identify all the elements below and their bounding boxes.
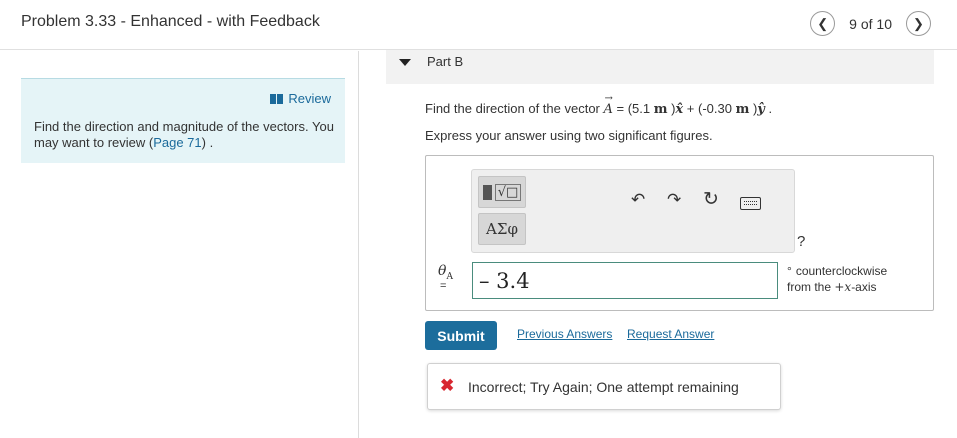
templates-button[interactable]: √□	[478, 176, 526, 208]
incorrect-icon: ✖	[440, 376, 455, 395]
variable-subscript: A	[446, 271, 453, 282]
units-suffix: -axis	[851, 280, 877, 294]
vector-symbol: A	[603, 102, 612, 117]
keyboard-icon[interactable]	[740, 197, 761, 210]
question-text: Find the direction of the vector A = (5.…	[425, 101, 772, 117]
question-plus: + (-0.30	[683, 101, 736, 116]
unit-meter: m	[653, 102, 668, 117]
radical-icon: √□	[494, 183, 522, 201]
chevron-left-icon: ❮	[817, 15, 829, 31]
feedback-message: Incorrect; Try Again; One attempt remain…	[468, 379, 739, 395]
units-line-1: counterclockwise	[795, 264, 888, 278]
answer-units: ° counterclockwise from the +x-axis	[787, 263, 887, 295]
question-prefix: Find the direction of the vector	[425, 101, 604, 116]
units-axis: +x	[834, 280, 852, 294]
instruction-text: Express your answer using two significan…	[425, 128, 713, 143]
y-unit-vector: ŷ	[757, 102, 765, 117]
chevron-right-icon: ❯	[913, 15, 924, 31]
problem-title: Problem 3.33 - Enhanced - with Feedback	[21, 13, 320, 30]
answer-variable: θA	[438, 263, 453, 282]
review-panel: Review Find the direction and magnitude …	[21, 78, 345, 163]
problem-navigation: ❮ 9 of 10 ❯	[810, 11, 931, 36]
redo-icon[interactable]: ↷	[667, 190, 681, 210]
review-link[interactable]: Review	[270, 91, 331, 106]
part-header[interactable]: Part B	[386, 50, 934, 84]
feedback-box: ✖ Incorrect; Try Again; One attempt rema…	[427, 363, 781, 410]
request-answer-link[interactable]: Request Answer	[627, 327, 714, 341]
review-link-label: Review	[288, 91, 331, 106]
degree-symbol: °	[787, 264, 792, 278]
units-line-2: from the	[787, 280, 835, 294]
caret-down-icon	[399, 59, 411, 66]
book-icon	[270, 93, 284, 104]
help-icon[interactable]: ?	[797, 233, 805, 250]
answer-panel: √□ ΑΣφ ↶ ↷ ↻ ? θA = – 3.4 ° counterclockw…	[425, 155, 934, 311]
review-text: Find the direction and magnitude of the …	[34, 119, 334, 151]
submit-button[interactable]: Submit	[425, 321, 497, 350]
math-toolbar: √□ ΑΣφ ↶ ↷ ↻ ?	[471, 169, 805, 253]
previous-answers-link[interactable]: Previous Answers	[517, 327, 612, 341]
part-label: Part B	[427, 54, 464, 69]
page-link[interactable]: Page 71	[153, 135, 201, 150]
reset-icon[interactable]: ↻	[703, 188, 719, 211]
equals-sign: =	[440, 280, 447, 292]
header: Problem 3.33 - Enhanced - with Feedback …	[0, 0, 957, 50]
previous-problem-button[interactable]: ❮	[810, 11, 836, 36]
templates-icon	[482, 184, 492, 200]
column-divider	[358, 51, 359, 438]
question-eq: = (5.1	[612, 101, 654, 116]
undo-icon[interactable]: ↶	[631, 190, 645, 210]
problem-count: 9 of 10	[849, 15, 892, 32]
question-end: .	[764, 101, 773, 116]
greek-symbols-button[interactable]: ΑΣφ	[478, 213, 526, 245]
review-text-end: ) .	[201, 135, 214, 150]
answer-input[interactable]: – 3.4	[472, 262, 778, 299]
unit-meter-2: m	[735, 102, 750, 117]
next-problem-button[interactable]: ❯	[906, 11, 931, 36]
